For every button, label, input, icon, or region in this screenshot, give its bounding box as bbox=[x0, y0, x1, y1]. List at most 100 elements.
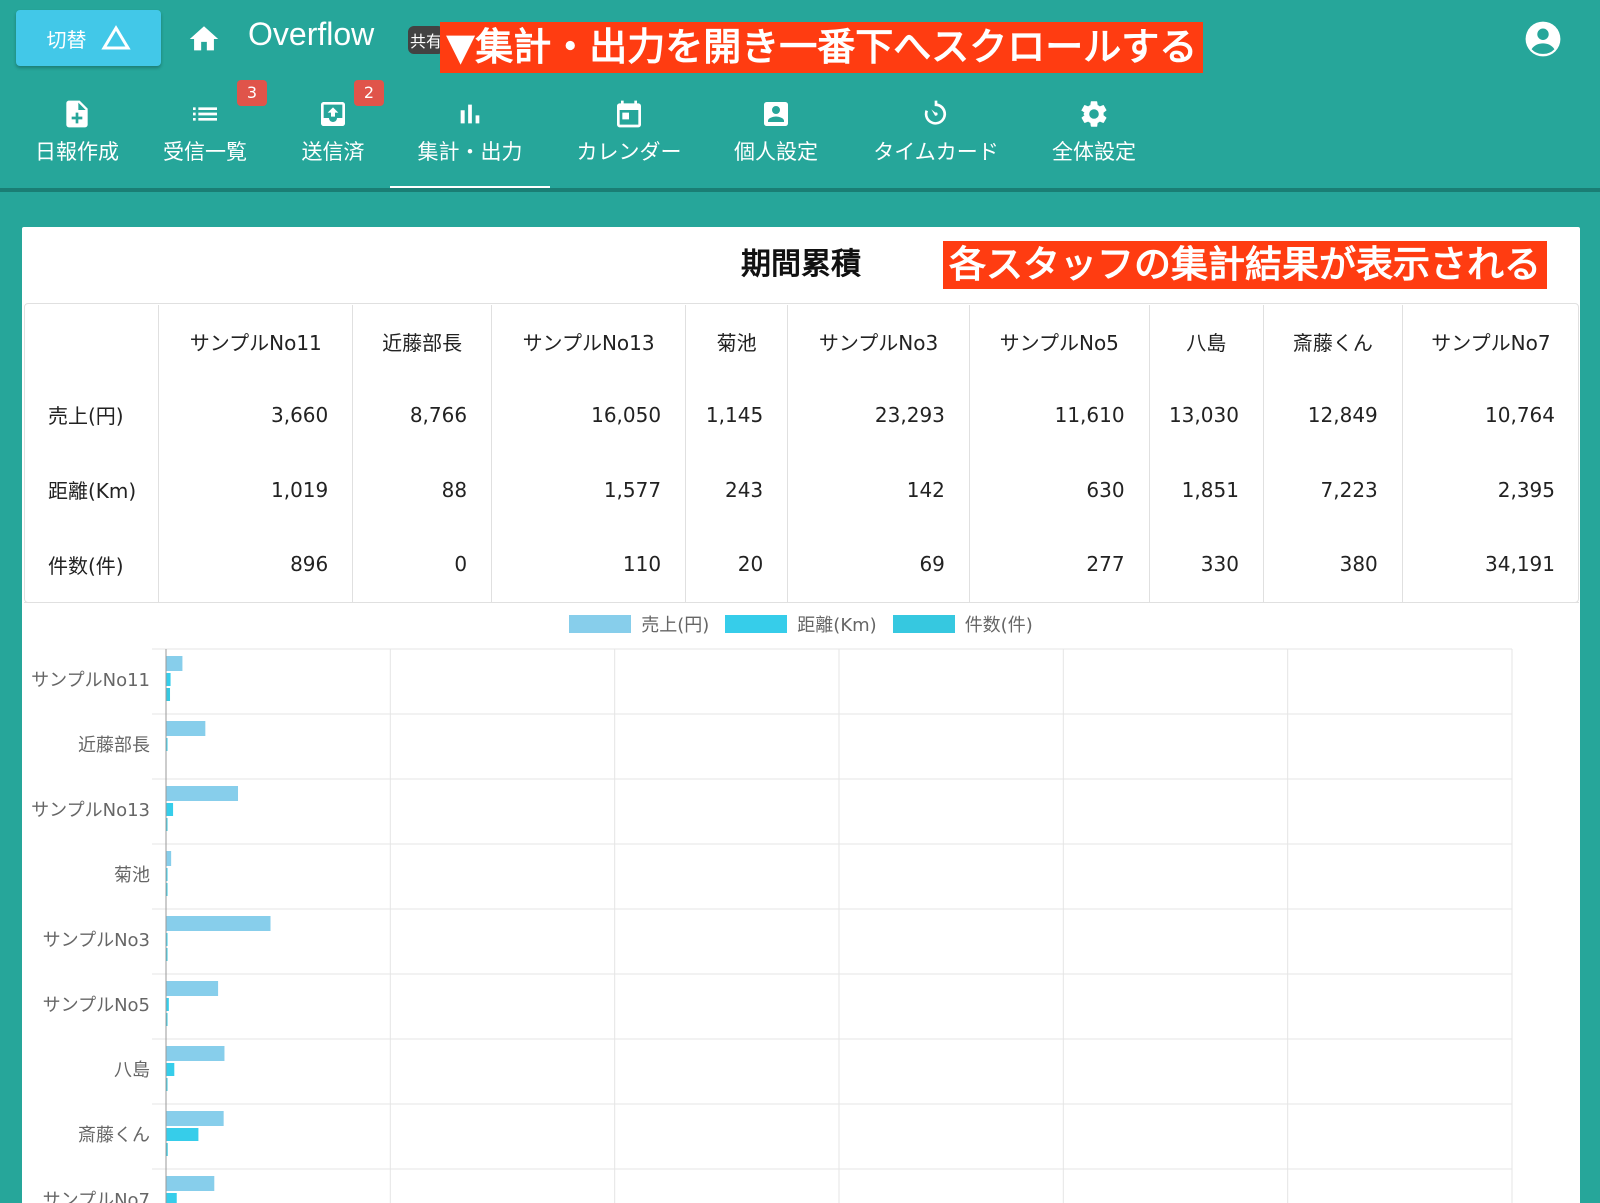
nav-item-sent[interactable]: 送信済 2 bbox=[290, 80, 384, 190]
table-header-row: サンプルNo11 近藤部長 サンプルNo13 菊池 サンプルNo3 サンプルNo… bbox=[24, 305, 1579, 377]
row-label: 件数(件) bbox=[24, 527, 159, 603]
outbox-icon bbox=[321, 102, 345, 126]
column-header: 菊池 bbox=[685, 305, 788, 377]
bar-1 bbox=[166, 786, 239, 801]
nav-label: 集計・出力 bbox=[417, 140, 523, 164]
nav-item-global-settings[interactable]: 全体設定 bbox=[1044, 88, 1144, 190]
bar-1 bbox=[166, 981, 219, 996]
table-cell: 34,191 bbox=[1401, 527, 1579, 603]
column-header: サンプルNo13 bbox=[491, 305, 686, 377]
y-tick-label: サンプルNo3 bbox=[43, 930, 150, 951]
horizontal-bar-chart: サンプルNo11 近藤部長サンプルNo13 菊池サンプルNo3 サンプルNo5 八島斎藤… bbox=[31, 648, 1513, 1203]
top-app-bar: 切替 Overflow 共有 ▼集計・出力を開き一番下へスクロールする bbox=[0, 0, 1600, 80]
nav-item-daily-report[interactable]: 日報作成 bbox=[22, 88, 132, 190]
y-tick-label: サンプルNo13 bbox=[31, 800, 150, 821]
table-cell: 8,766 bbox=[352, 377, 492, 452]
nav-label: 送信済 bbox=[301, 140, 365, 164]
nav-label: 日報作成 bbox=[35, 140, 119, 164]
nav-label: タイムカード bbox=[873, 140, 999, 164]
table-cell: 69 bbox=[787, 527, 970, 603]
nav-item-calendar[interactable]: カレンダー bbox=[568, 88, 690, 190]
legend-item[interactable]: 件数(件) bbox=[892, 611, 1033, 637]
table-cell: 10,764 bbox=[1401, 377, 1579, 452]
nav-divider bbox=[0, 188, 1600, 192]
table-cell: 1,019 bbox=[158, 452, 353, 527]
table-cell: 277 bbox=[968, 527, 1150, 603]
nav-item-inbox[interactable]: 受信一覧 3 bbox=[155, 80, 267, 190]
summary-table: サンプルNo11 近藤部長 サンプルNo13 菊池 サンプルNo3 サンプルNo… bbox=[24, 305, 1579, 603]
table-cell: 16,050 bbox=[491, 377, 686, 452]
triangle-icon bbox=[100, 25, 131, 50]
nav-item-summary-output[interactable]: 集計・出力 bbox=[390, 88, 550, 190]
y-tick-label: サンプルNo7 bbox=[43, 1190, 150, 1203]
table-row: 売上(円) 3,660 8,766 16,050 1,145 23,293 11… bbox=[24, 377, 1579, 452]
bar-chart-icon bbox=[460, 104, 480, 124]
person-card-icon bbox=[764, 102, 788, 126]
y-tick-label: サンプルNo11 bbox=[31, 670, 150, 691]
table-cell: 7,223 bbox=[1262, 452, 1403, 527]
table-cell: 88 bbox=[352, 452, 492, 527]
timer-icon bbox=[924, 100, 947, 125]
bar-2 bbox=[166, 673, 171, 686]
table-cell: 896 bbox=[158, 527, 353, 603]
bar-1 bbox=[166, 916, 271, 931]
nav-label: 全体設定 bbox=[1052, 140, 1136, 164]
summary-card: 期間累積 各スタッフの集計結果が表示される サンプルNo11 近藤部長 サンプル… bbox=[22, 227, 1580, 1203]
bar-3 bbox=[166, 688, 171, 701]
table-cell: 110 bbox=[491, 527, 686, 603]
instruction-annotation: ▼集計・出力を開き一番下へスクロールする bbox=[440, 22, 1204, 73]
y-tick-label: 菊池 bbox=[114, 865, 150, 886]
nav-item-timecard[interactable]: タイムカード bbox=[868, 88, 1004, 190]
bar-1 bbox=[166, 851, 172, 866]
table-cell: 20 bbox=[685, 527, 788, 603]
table-cell: 1,851 bbox=[1148, 452, 1264, 527]
row-label: 距離(Km) bbox=[48, 479, 137, 503]
table-cell: 3,660 bbox=[158, 377, 353, 452]
row-label: 売上(円) bbox=[48, 404, 124, 428]
switch-button-label: 切替 bbox=[46, 27, 87, 52]
legend-label: 距離(Km) bbox=[797, 615, 877, 636]
y-tick-label: 八島 bbox=[114, 1060, 150, 1081]
bar-1 bbox=[166, 1046, 225, 1061]
table-cell: 142 bbox=[787, 452, 970, 527]
table-cell: 380 bbox=[1262, 527, 1403, 603]
sent-count-badge: 2 bbox=[354, 80, 384, 106]
y-tick-label: 近藤部長 bbox=[78, 735, 150, 756]
table-cell: 23,293 bbox=[787, 377, 970, 452]
column-header: サンプルNo11 bbox=[158, 305, 353, 377]
nav-item-personal-settings[interactable]: 個人設定 bbox=[726, 88, 826, 190]
bar-1 bbox=[166, 656, 183, 671]
bar-2 bbox=[166, 803, 174, 816]
gear-icon bbox=[1081, 101, 1107, 127]
shared-badge: 共有 bbox=[408, 26, 444, 54]
table-cell: 11,610 bbox=[968, 377, 1150, 452]
column-header: サンプルNo5 bbox=[968, 305, 1150, 377]
y-tick-label: 斎藤くん bbox=[78, 1125, 150, 1146]
table-cell: 13,030 bbox=[1148, 377, 1264, 452]
bar-1 bbox=[166, 1111, 224, 1126]
table-corner-cell bbox=[24, 305, 159, 377]
home-icon[interactable] bbox=[186, 22, 222, 56]
table-cell: 1,577 bbox=[491, 452, 686, 527]
list-icon bbox=[193, 107, 217, 121]
result-annotation: 各スタッフの集計結果が表示される bbox=[943, 241, 1547, 289]
legend-item[interactable]: 距離(Km) bbox=[725, 611, 877, 637]
switch-button[interactable]: 切替 bbox=[16, 10, 161, 66]
table-cell: 330 bbox=[1148, 527, 1264, 603]
y-tick-label: サンプルNo5 bbox=[43, 995, 150, 1016]
account-circle-icon[interactable] bbox=[1524, 20, 1562, 58]
column-header: 斎藤くん bbox=[1262, 305, 1403, 377]
bar-1 bbox=[166, 721, 206, 736]
legend-swatch bbox=[892, 615, 955, 633]
bar-2 bbox=[166, 1063, 175, 1076]
legend-swatch bbox=[569, 615, 632, 633]
table-cell: 0 bbox=[352, 527, 492, 603]
legend-swatch bbox=[725, 615, 788, 633]
legend-label: 売上(円) bbox=[641, 615, 710, 636]
legend-item[interactable]: 売上(円) bbox=[569, 611, 709, 637]
chart-legend: 売上(円) 距離(Km) 件数(件) bbox=[22, 611, 1580, 637]
main-nav: 日報作成 受信一覧 3 送信済 2 集計・出力 カレンダー 個人設定 タイムカー… bbox=[0, 80, 1600, 190]
unread-count-badge: 3 bbox=[237, 80, 267, 106]
note-add-icon bbox=[66, 100, 88, 128]
legend-label: 件数(件) bbox=[964, 615, 1033, 636]
